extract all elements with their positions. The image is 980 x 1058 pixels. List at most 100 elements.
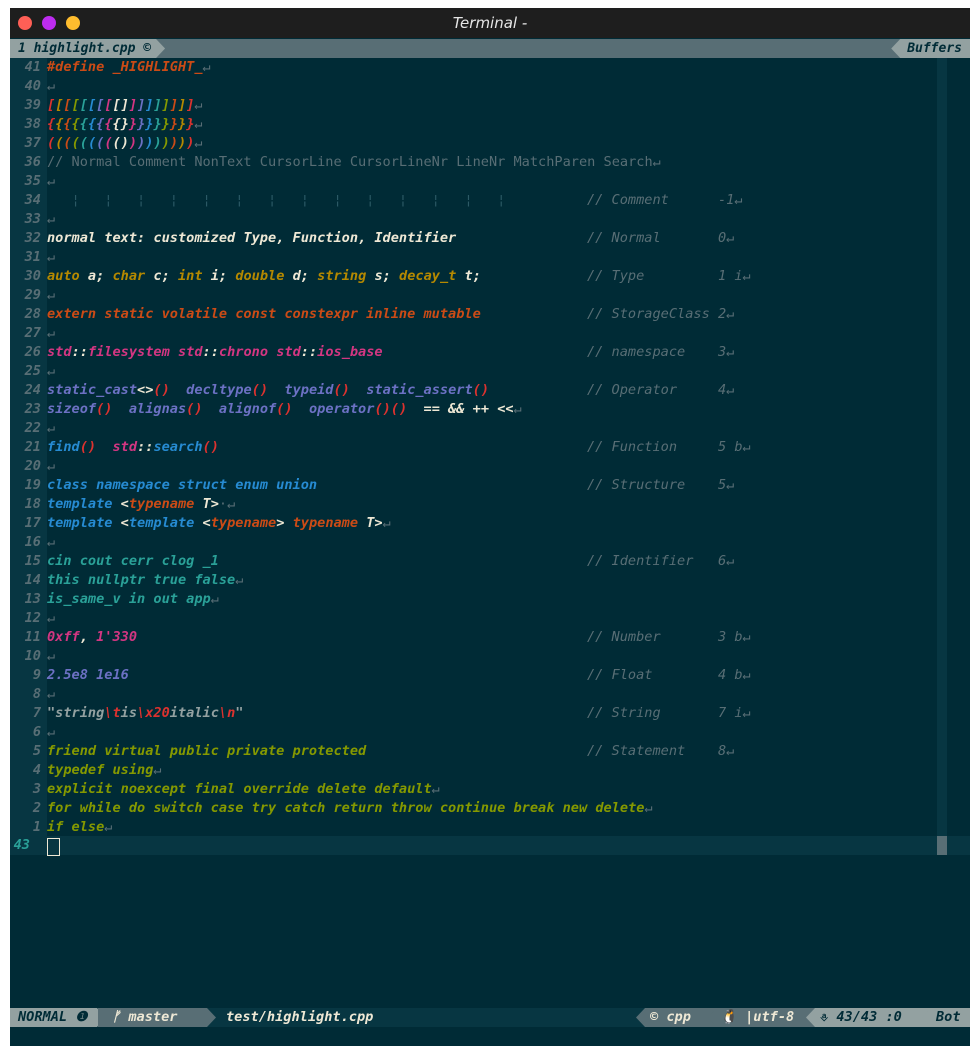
- code-token: is: [120, 705, 138, 721]
- line-number: 31: [24, 249, 41, 265]
- code-token: 0xff: [47, 629, 80, 645]
- text-cursor[interactable]: [47, 838, 60, 856]
- line-number: 39: [24, 97, 41, 113]
- eol-marker: ↵: [47, 648, 56, 664]
- code-token: ios_base: [317, 344, 383, 360]
- code-line: 24 static_cast<>() decltype() typeid() st…: [10, 381, 970, 400]
- comment-text: // String 7 i: [587, 705, 743, 721]
- code-token: ::: [202, 344, 219, 360]
- code-text: ↵: [47, 533, 55, 552]
- code-token: (): [251, 382, 269, 398]
- editor-area[interactable]: 41 #define _HIGHLIGHT_↵ 40 ↵ 39[[[[[[[[[]]]]…: [10, 58, 970, 1008]
- comment-text: // Type 1 i: [587, 268, 743, 284]
- code-line: 1 if else↵: [10, 818, 970, 837]
- code-line: 7 "string\tis\x20italic\n" // String 7 i↵: [10, 704, 970, 723]
- code-token: ]: [153, 97, 162, 113]
- code-token: T>: [358, 515, 383, 531]
- code-token: decltype: [186, 382, 252, 398]
- code-token: ]: [161, 97, 170, 113]
- eol-marker: ↵: [47, 724, 56, 740]
- code-token: ): [178, 135, 187, 151]
- code-token: >: [276, 515, 293, 531]
- code-token: class namespace struct enum union: [47, 477, 318, 493]
- line-number: 13: [24, 591, 41, 607]
- code-text: ↵: [47, 647, 55, 666]
- eol-marker: ↵: [47, 325, 56, 341]
- trailing-comment: // Identifier 6↵: [587, 552, 734, 571]
- eol-marker: ↵: [235, 572, 244, 588]
- line-number: 24: [24, 382, 41, 398]
- code-token: italic: [169, 705, 219, 721]
- eol-marker: ↵: [47, 458, 56, 474]
- line-number: 7: [32, 705, 41, 721]
- code-text: ↵: [47, 419, 55, 438]
- code-line: 12 ↵: [10, 609, 970, 628]
- code-token: {: [63, 116, 72, 132]
- trailing-comment: // Type 1 i↵: [587, 267, 751, 286]
- code-token: {: [79, 116, 88, 132]
- code-token: }: [178, 116, 187, 132]
- comment-text: // Statement 8: [587, 743, 727, 759]
- code-text: typedef using↵: [47, 761, 162, 780]
- code-token: ::: [137, 439, 154, 455]
- window-title: Terminal -: [452, 14, 528, 32]
- code-token: c;: [145, 268, 178, 284]
- code-text: is_same_v in out app↵: [47, 590, 219, 609]
- code-token: std: [112, 439, 138, 455]
- code-text: {{{{{{{{{}}}}}}}}}↵: [47, 115, 203, 134]
- eol-marker: ↵: [47, 686, 56, 702]
- eol-marker: ↵: [734, 192, 743, 208]
- buffers-label[interactable]: Buffers: [891, 39, 970, 58]
- code-token: i;: [202, 268, 236, 284]
- code-line: 37 ((((((((()))))))))↵: [10, 134, 970, 153]
- code-token: ]: [128, 97, 138, 113]
- eol-marker: ↵: [194, 97, 203, 113]
- code-token: <>: [137, 382, 154, 398]
- code-text: ↵: [47, 457, 55, 476]
- line-number: 28: [24, 306, 41, 322]
- scroll-position: Bot: [922, 1008, 970, 1027]
- code-token: [: [79, 97, 88, 113]
- line-number: 27: [24, 325, 41, 341]
- code-text: ↵: [47, 362, 55, 381]
- line-number: 21: [24, 439, 41, 455]
- code-text: friend virtual public private protected: [47, 742, 366, 761]
- line-number: 17: [24, 515, 41, 531]
- code-token: template: [47, 496, 113, 512]
- code-token: [: [87, 97, 97, 113]
- code-line: 6 ↵: [10, 723, 970, 742]
- line-number: 5: [32, 743, 41, 759]
- title-bar: Terminal -: [10, 8, 970, 38]
- code-token: {: [87, 116, 97, 132]
- code-token: template: [47, 515, 113, 531]
- code-token: }: [128, 116, 138, 132]
- code-token: ::: [300, 344, 318, 360]
- code-line: 29 ↵: [10, 286, 970, 305]
- command-line[interactable]: [10, 1027, 970, 1046]
- code-token: typename: [210, 515, 277, 531]
- code-text: ↵: [47, 77, 55, 96]
- code-token: chrono: [218, 344, 269, 360]
- code-token: template: [128, 515, 195, 531]
- eol-marker: ↵: [742, 705, 751, 721]
- line-number: 11: [24, 629, 41, 645]
- tab-highlight-cpp[interactable]: 1 highlight.cpp ©: [10, 39, 165, 58]
- code-token: alignas: [128, 401, 187, 417]
- eol-marker: ↵: [202, 59, 211, 75]
- code-text: for while do switch case try catch retur…: [47, 799, 653, 818]
- eol-marker: ↵: [153, 762, 162, 778]
- eol-marker: ↵: [726, 553, 735, 569]
- code-token: T>: [194, 496, 219, 512]
- code-token: alignof: [218, 401, 277, 417]
- code-line: 32 normal text: customized Type, Function…: [10, 229, 970, 248]
- code-token: int: [178, 268, 203, 284]
- line-number: 2: [32, 800, 41, 816]
- code-line: 9 2.5e8 1e16 // Float 4 b↵: [10, 666, 970, 685]
- code-token: #define _HIGHLIGHT_: [47, 59, 203, 75]
- line-number: 1: [32, 819, 41, 835]
- code-token: std: [47, 344, 72, 360]
